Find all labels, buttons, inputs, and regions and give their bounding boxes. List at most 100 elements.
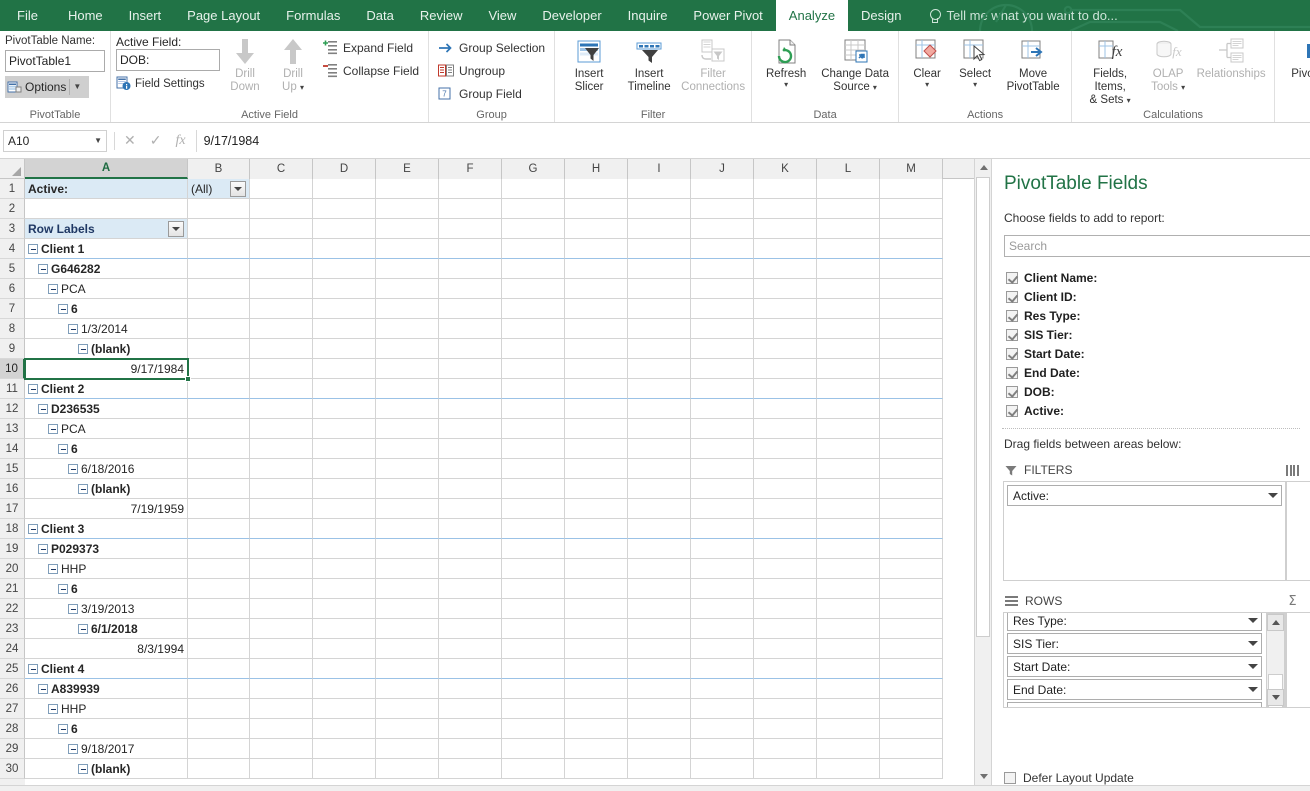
row-header-19[interactable]: 19: [0, 539, 25, 559]
cell-M15[interactable]: [880, 459, 943, 479]
cell-H28[interactable]: [565, 719, 628, 739]
cell-G2[interactable]: [502, 199, 565, 219]
cell-A4[interactable]: Client 1: [25, 239, 188, 259]
cell-G28[interactable]: [502, 719, 565, 739]
cell-H29[interactable]: [565, 739, 628, 759]
cell-G18[interactable]: [502, 519, 565, 539]
row-header-2[interactable]: 2: [0, 199, 25, 219]
cell-H9[interactable]: [565, 339, 628, 359]
move-pivottable-button[interactable]: Move PivotTable: [1000, 34, 1066, 94]
rows-scrollbar[interactable]: [1266, 613, 1286, 707]
cell-G11[interactable]: [502, 379, 565, 399]
clear-button[interactable]: Clear ▾: [904, 34, 950, 89]
cell-M2[interactable]: [880, 199, 943, 219]
defer-layout-update-checkbox[interactable]: [1004, 772, 1016, 784]
cell-A22[interactable]: 3/19/2013: [25, 599, 188, 619]
cell-C8[interactable]: [250, 319, 313, 339]
cell-B4[interactable]: [188, 239, 250, 259]
cell-G19[interactable]: [502, 539, 565, 559]
cell-H21[interactable]: [565, 579, 628, 599]
rows-field-pill[interactable]: Start Date:: [1007, 656, 1263, 677]
cell-F4[interactable]: [439, 239, 502, 259]
cell-M25[interactable]: [880, 659, 943, 679]
field-checkbox[interactable]: [1006, 385, 1018, 398]
filters-dropzone[interactable]: Active:: [1003, 481, 1287, 581]
tab-page-layout[interactable]: Page Layout: [174, 0, 273, 31]
cell-L20[interactable]: [817, 559, 880, 579]
cell-I24[interactable]: [628, 639, 691, 659]
cell-E25[interactable]: [376, 659, 439, 679]
cell-B11[interactable]: [188, 379, 250, 399]
options-button[interactable]: Options ▼: [5, 76, 89, 98]
row-header-13[interactable]: 13: [0, 419, 25, 439]
cell-M17[interactable]: [880, 499, 943, 519]
cell-E7[interactable]: [376, 299, 439, 319]
cell-C10[interactable]: [250, 359, 313, 379]
rows-field-pill[interactable]: DOB:: [1007, 702, 1263, 707]
cell-D5[interactable]: [313, 259, 376, 279]
tab-formulas[interactable]: Formulas: [273, 0, 353, 31]
cell-A3[interactable]: Row Labels: [25, 219, 188, 239]
cell-D15[interactable]: [313, 459, 376, 479]
cell-A17[interactable]: 7/19/1959: [25, 499, 188, 519]
cell-I1[interactable]: [628, 179, 691, 199]
collapse-toggle-icon[interactable]: [48, 703, 58, 714]
cell-L2[interactable]: [817, 199, 880, 219]
cell-K28[interactable]: [754, 719, 817, 739]
cell-L10[interactable]: [817, 359, 880, 379]
cell-B6[interactable]: [188, 279, 250, 299]
cell-K12[interactable]: [754, 399, 817, 419]
cell-F21[interactable]: [439, 579, 502, 599]
cell-G4[interactable]: [502, 239, 565, 259]
collapse-toggle-icon[interactable]: [28, 383, 38, 394]
cell-D22[interactable]: [313, 599, 376, 619]
cell-M9[interactable]: [880, 339, 943, 359]
cell-D25[interactable]: [313, 659, 376, 679]
cell-B14[interactable]: [188, 439, 250, 459]
cell-A10[interactable]: 9/17/1984: [25, 359, 188, 379]
cell-M18[interactable]: [880, 519, 943, 539]
collapse-toggle-icon[interactable]: [28, 243, 38, 254]
collapse-toggle-icon[interactable]: [68, 603, 78, 614]
cell-J6[interactable]: [691, 279, 754, 299]
select-all-corner[interactable]: [0, 159, 25, 178]
cell-M30[interactable]: [880, 759, 943, 779]
cell-A9[interactable]: (blank): [25, 339, 188, 359]
cell-C3[interactable]: [250, 219, 313, 239]
cell-I23[interactable]: [628, 619, 691, 639]
cell-H22[interactable]: [565, 599, 628, 619]
tab-view[interactable]: View: [475, 0, 529, 31]
cell-M28[interactable]: [880, 719, 943, 739]
column-header-e[interactable]: E: [376, 159, 439, 179]
cell-M1[interactable]: [880, 179, 943, 199]
cell-L3[interactable]: [817, 219, 880, 239]
cell-E19[interactable]: [376, 539, 439, 559]
field-list-item[interactable]: End Date:: [1003, 363, 1310, 382]
tab-insert[interactable]: Insert: [116, 0, 175, 31]
cell-A23[interactable]: 6/1/2018: [25, 619, 188, 639]
group-selection-button[interactable]: Group Selection: [434, 36, 549, 59]
cell-C29[interactable]: [250, 739, 313, 759]
cell-C20[interactable]: [250, 559, 313, 579]
cell-M20[interactable]: [880, 559, 943, 579]
cell-J11[interactable]: [691, 379, 754, 399]
cell-I20[interactable]: [628, 559, 691, 579]
defer-layout-update-row[interactable]: Defer Layout Update: [992, 765, 1310, 785]
fields-items-sets-button[interactable]: fx Fields, Items, & Sets ▾: [1077, 34, 1143, 107]
field-checkbox[interactable]: [1006, 271, 1018, 284]
cell-A12[interactable]: D236535: [25, 399, 188, 419]
row-header-20[interactable]: 20: [0, 559, 25, 579]
cell-L24[interactable]: [817, 639, 880, 659]
cell-M21[interactable]: [880, 579, 943, 599]
cell-K25[interactable]: [754, 659, 817, 679]
field-checkbox[interactable]: [1006, 366, 1018, 379]
row-header-21[interactable]: 21: [0, 579, 25, 599]
cell-M24[interactable]: [880, 639, 943, 659]
cell-L26[interactable]: [817, 679, 880, 699]
row-header-28[interactable]: 28: [0, 719, 25, 739]
column-header-a[interactable]: A: [25, 159, 188, 179]
cell-M27[interactable]: [880, 699, 943, 719]
cell-K27[interactable]: [754, 699, 817, 719]
cell-G26[interactable]: [502, 679, 565, 699]
cell-F11[interactable]: [439, 379, 502, 399]
